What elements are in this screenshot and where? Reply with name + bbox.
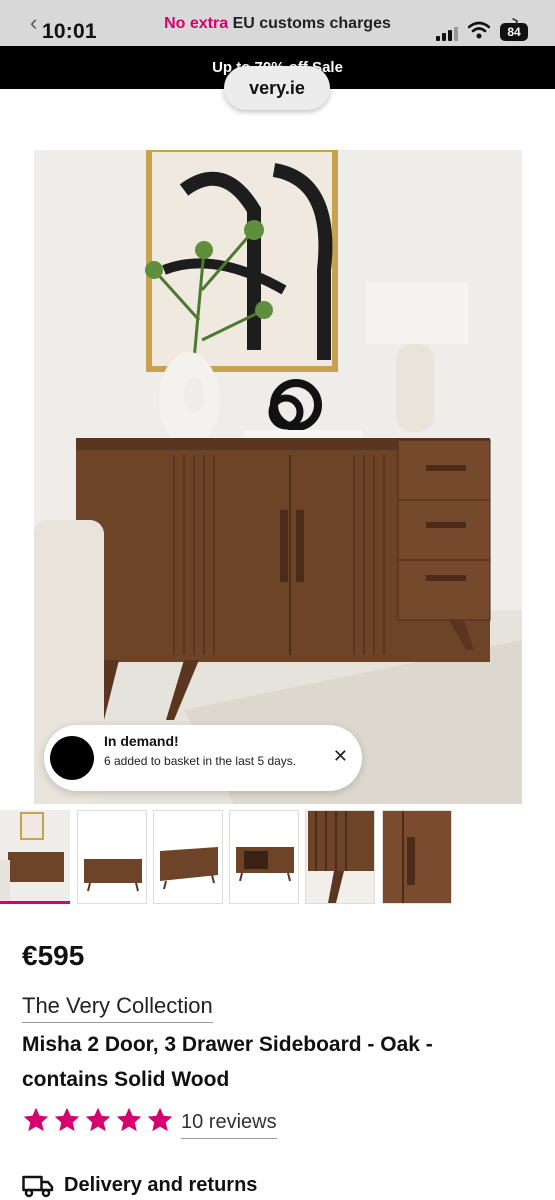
thumbnail-strip xyxy=(0,810,555,906)
thumbnail-open[interactable] xyxy=(229,810,299,904)
star-icon xyxy=(85,1107,111,1132)
status-bar: ‹ 10:01 No extra EU customs charges 84 › xyxy=(0,0,555,46)
promo-accent: No extra xyxy=(164,15,229,32)
in-demand-toast: In demand! 6 added to basket in the last… xyxy=(44,725,362,791)
star-icon xyxy=(23,1107,49,1132)
thumbnail-lifestyle[interactable] xyxy=(0,810,70,904)
thumbnail-angle[interactable] xyxy=(153,810,223,904)
star-icon xyxy=(54,1107,80,1132)
delivery-label: Delivery and returns xyxy=(64,1174,258,1196)
reviews-link[interactable]: 10 reviews xyxy=(181,1111,277,1139)
thumbnail-handle-detail[interactable] xyxy=(382,810,452,904)
star-rating[interactable] xyxy=(22,1106,177,1136)
product-price: €595 xyxy=(22,940,85,971)
product-title: Misha 2 Door, 3 Drawer Sideboard - Oak -… xyxy=(22,1033,433,1091)
star-icon xyxy=(147,1107,173,1132)
signal-icon xyxy=(436,27,458,41)
toast-title: In demand! xyxy=(104,733,179,749)
fire-icon xyxy=(50,736,94,780)
thumbnail-side-detail[interactable] xyxy=(305,810,375,904)
brand-link[interactable]: The Very Collection xyxy=(22,993,213,1023)
product-main-image[interactable] xyxy=(34,150,522,804)
wifi-icon xyxy=(468,21,490,39)
truck-icon xyxy=(22,1175,54,1198)
star-icon xyxy=(116,1107,142,1132)
close-icon[interactable]: ✕ xyxy=(333,746,348,767)
promo-rest: EU customs charges xyxy=(228,15,391,32)
url-bar[interactable]: very.ie xyxy=(224,66,330,110)
toast-text: 6 added to basket in the last 5 days. xyxy=(104,754,297,768)
thumbnail-front[interactable] xyxy=(77,810,147,904)
